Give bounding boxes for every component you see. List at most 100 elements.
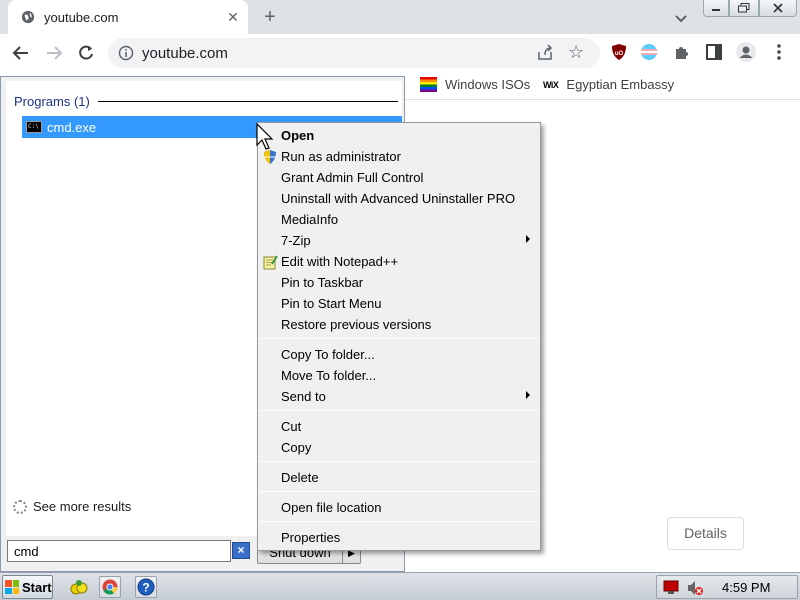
browser-tab[interactable]: youtube.com ✕ bbox=[8, 0, 248, 34]
close-window-button[interactable] bbox=[759, 0, 797, 17]
address-bar[interactable]: youtube.com ☆ bbox=[108, 38, 600, 68]
svg-text:?: ? bbox=[142, 581, 149, 595]
menu-item-label: Move To folder... bbox=[281, 368, 377, 383]
tab-title: youtube.com bbox=[44, 10, 119, 25]
restore-button[interactable] bbox=[729, 0, 759, 17]
menu-item-run-as-administrator[interactable]: Run as administrator bbox=[260, 146, 538, 167]
menu-item-label: Cut bbox=[281, 419, 302, 434]
menu-item-pin-to-taskbar[interactable]: Pin to Taskbar bbox=[260, 272, 538, 293]
see-more-results-link[interactable]: See more results bbox=[13, 499, 131, 514]
taskbar-chrome-button[interactable] bbox=[99, 576, 121, 598]
new-tab-button[interactable]: + bbox=[258, 6, 282, 30]
divider bbox=[97, 101, 398, 102]
submenu-arrow-icon bbox=[526, 235, 530, 243]
bookmark-label: Egyptian Embassy bbox=[566, 77, 675, 92]
menu-item-move-to-folder[interactable]: Move To folder... bbox=[260, 365, 538, 386]
back-arrow-icon bbox=[12, 46, 28, 60]
taskbar-help-button[interactable]: ? bbox=[135, 576, 157, 598]
network-monitor-icon[interactable] bbox=[663, 580, 679, 595]
menu-separator bbox=[260, 461, 538, 462]
back-button[interactable] bbox=[8, 40, 34, 66]
rainbow-flag-icon bbox=[420, 77, 437, 92]
menu-item-label: 7-Zip bbox=[281, 233, 311, 248]
minimize-button[interactable] bbox=[703, 0, 729, 17]
menu-item-label: Delete bbox=[281, 470, 319, 485]
tab-close-icon[interactable]: ✕ bbox=[223, 7, 243, 27]
mouse-pointer-icon bbox=[256, 123, 274, 150]
reload-icon bbox=[79, 45, 93, 60]
menu-item-cut[interactable]: Cut bbox=[260, 416, 538, 437]
menu-item-7zip[interactable]: 7-Zip bbox=[260, 230, 538, 251]
menu-kebab-icon[interactable] bbox=[770, 43, 788, 61]
menu-item-label: Pin to Start Menu bbox=[281, 296, 382, 311]
volume-muted-icon[interactable] bbox=[686, 580, 704, 596]
menu-item-label: Copy To folder... bbox=[281, 347, 375, 362]
loading-spinner-icon bbox=[13, 499, 27, 514]
menu-item-properties[interactable]: Properties bbox=[260, 527, 538, 548]
menu-item-label: Copy bbox=[281, 440, 312, 455]
close-icon bbox=[773, 3, 783, 13]
taskbar: Start ? 4:59 PM bbox=[0, 572, 800, 600]
menu-item-mediainfo[interactable]: MediaInfo bbox=[260, 209, 538, 230]
menu-item-open[interactable]: Open bbox=[260, 125, 538, 146]
menu-item-restore-previous-versions[interactable]: Restore previous versions bbox=[260, 314, 538, 335]
menu-item-copy-to-folder[interactable]: Copy To folder... bbox=[260, 344, 538, 365]
menu-separator bbox=[260, 491, 538, 492]
menu-item-copy[interactable]: Copy bbox=[260, 437, 538, 458]
menu-item-label: Open bbox=[281, 128, 315, 143]
menu-item-grant-admin-full-control[interactable]: Grant Admin Full Control bbox=[260, 167, 538, 188]
url-text[interactable]: youtube.com bbox=[142, 45, 228, 62]
menu-item-open-file-location[interactable]: Open file location bbox=[260, 497, 538, 518]
side-panel-icon[interactable] bbox=[705, 43, 723, 61]
menu-item-label: Pin to Taskbar bbox=[281, 275, 364, 290]
minimize-icon bbox=[712, 9, 720, 11]
menu-separator bbox=[260, 338, 538, 339]
menu-item-delete[interactable]: Delete bbox=[260, 467, 538, 488]
menu-item-label: Run as administrator bbox=[281, 149, 401, 164]
bookmark-star-icon[interactable]: ☆ bbox=[568, 42, 584, 62]
tab-search-icon[interactable] bbox=[671, 8, 691, 28]
site-info-icon[interactable] bbox=[118, 45, 134, 61]
start-search-input[interactable]: cmd bbox=[7, 540, 231, 562]
window-controls bbox=[703, 0, 797, 18]
profile-avatar-icon[interactable] bbox=[736, 42, 756, 62]
menu-item-edit-with-notepadpp[interactable]: Edit with Notepad++ bbox=[260, 251, 538, 272]
taskbar-messenger-button[interactable] bbox=[68, 576, 90, 598]
tab-strip: youtube.com ✕ + bbox=[0, 0, 800, 34]
browser-toolbar: youtube.com ☆ uO bbox=[0, 34, 800, 72]
cmd-icon bbox=[26, 121, 42, 133]
menu-separator bbox=[260, 521, 538, 522]
help-icon: ? bbox=[137, 578, 155, 596]
menu-item-label: Properties bbox=[281, 530, 341, 545]
forward-arrow-icon bbox=[47, 46, 63, 60]
start-label: Start bbox=[22, 579, 52, 595]
system-tray: 4:59 PM bbox=[656, 575, 798, 599]
share-icon[interactable] bbox=[536, 44, 554, 62]
svg-text:uO: uO bbox=[615, 51, 624, 57]
see-more-label: See more results bbox=[33, 499, 132, 514]
extensions-puzzle-icon[interactable] bbox=[673, 43, 691, 61]
result-label: cmd.exe bbox=[47, 119, 97, 135]
menu-item-pin-to-start-menu[interactable]: Pin to Start Menu bbox=[260, 293, 538, 314]
bookmark-egyptian-embassy[interactable]: WiX Egyptian Embassy bbox=[543, 77, 674, 92]
submenu-arrow-icon bbox=[526, 391, 530, 399]
chrome-icon bbox=[102, 579, 118, 595]
menu-item-label: Open file location bbox=[281, 500, 382, 515]
menu-item-label: MediaInfo bbox=[281, 212, 339, 227]
windows-logo-icon bbox=[5, 580, 19, 594]
extension-flag-icon[interactable] bbox=[640, 43, 658, 61]
menu-item-label: Restore previous versions bbox=[281, 317, 432, 332]
bookmark-windows-isos[interactable]: Windows ISOs bbox=[420, 77, 530, 92]
forward-button[interactable] bbox=[41, 40, 67, 66]
ublock-icon[interactable]: uO bbox=[610, 43, 628, 61]
reload-button[interactable] bbox=[73, 40, 99, 66]
bookmarks-bar: Windows ISOs WiX Egyptian Embassy bbox=[405, 72, 800, 100]
clock[interactable]: 4:59 PM bbox=[722, 580, 770, 595]
menu-item-send-to[interactable]: Send to bbox=[260, 386, 538, 407]
details-button[interactable]: Details bbox=[667, 517, 744, 550]
messenger-icon bbox=[70, 580, 88, 595]
clear-search-icon[interactable]: × bbox=[232, 542, 250, 559]
start-button[interactable]: Start bbox=[2, 575, 53, 599]
menu-item-uninstall-advanced[interactable]: Uninstall with Advanced Uninstaller PRO bbox=[260, 188, 538, 209]
menu-item-label: Grant Admin Full Control bbox=[281, 170, 424, 185]
